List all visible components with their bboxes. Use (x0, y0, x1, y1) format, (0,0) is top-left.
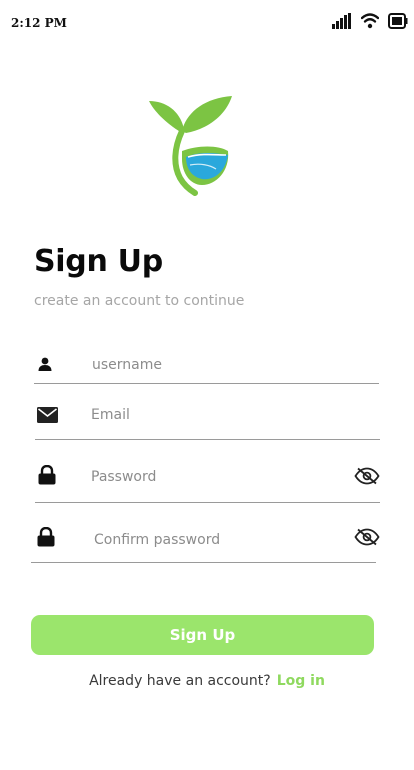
page-title: Sign Up (34, 244, 163, 279)
email-input[interactable] (91, 405, 351, 425)
password-underline (35, 502, 380, 503)
confirm-password-field-group (31, 518, 380, 566)
username-underline (34, 383, 379, 384)
cellular-signal-icon (332, 13, 351, 29)
username-field-group (34, 345, 379, 393)
confirm-password-underline (31, 562, 376, 563)
hide-password-icon[interactable] (354, 467, 380, 485)
hide-confirm-password-icon[interactable] (354, 528, 380, 546)
login-prompt: Already have an account? Log in (0, 673, 414, 689)
wifi-icon (361, 13, 379, 29)
status-time: 2:12 PM (11, 16, 67, 30)
lock-icon (37, 527, 55, 547)
password-input[interactable] (91, 467, 331, 487)
envelope-icon (37, 407, 58, 423)
email-underline (35, 439, 380, 440)
battery-icon (388, 13, 408, 29)
app-logo (149, 96, 232, 196)
page-subtitle: create an account to continue (34, 293, 245, 309)
status-icons (332, 13, 408, 29)
status-bar: 2:12 PM (0, 0, 414, 44)
lock-icon (38, 465, 56, 485)
login-link[interactable]: Log in (277, 673, 325, 689)
sign-up-button[interactable]: Sign Up (31, 615, 374, 655)
email-field-group (35, 395, 380, 443)
confirm-password-input[interactable] (94, 530, 334, 550)
password-field-group (35, 456, 380, 504)
username-input[interactable] (92, 355, 352, 375)
user-icon (38, 357, 52, 371)
login-prompt-text: Already have an account? (89, 673, 271, 689)
